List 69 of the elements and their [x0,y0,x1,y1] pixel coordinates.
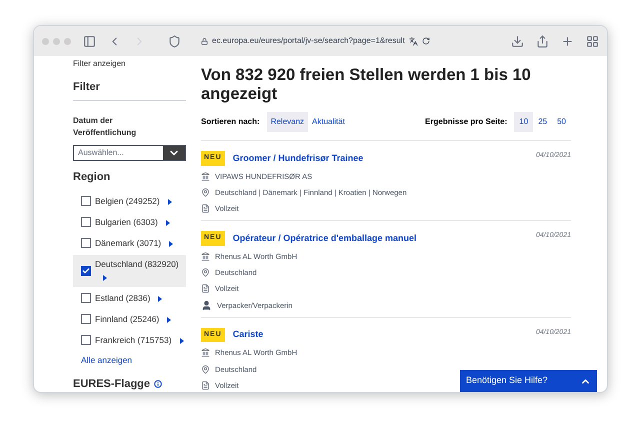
caret-icon[interactable] [103,274,107,280]
region-label: Finnland (25246) [95,312,186,326]
region-option[interactable]: Dänemark (3071) [73,234,186,253]
help-button[interactable]: Benötigen Sie Hilfe? [460,370,597,392]
share-icon[interactable] [536,34,549,48]
tabs-overview-icon[interactable] [586,34,599,48]
document-icon [201,284,210,294]
shield-icon[interactable] [168,34,181,48]
map-pin-icon [201,188,210,197]
date-select[interactable]: Auswählen... [73,144,186,162]
checkbox[interactable] [81,266,91,276]
caret-icon[interactable] [180,338,184,344]
checkbox[interactable] [81,314,91,324]
region-title: Region [73,170,112,186]
region-label: Estland (2836) [95,292,186,305]
flag-title: EURES-Flagge [73,376,150,392]
sidebar-icon[interactable] [83,34,96,48]
checkbox[interactable] [81,293,91,304]
caret-icon[interactable] [167,316,172,322]
region-label: Belgien (249252) [95,194,186,208]
translate-icon[interactable] [408,36,418,46]
results-heading: Von 832 920 freien Stellen werden 1 bis 10 angezeigt [201,66,532,104]
caret-icon[interactable] [158,296,162,302]
region-option[interactable]: Belgien (249252) [73,192,186,211]
caret-icon[interactable] [168,198,172,204]
region-label: Dänemark (3071) [95,236,186,250]
date-label: Datum der Veröffentlichung [73,114,138,138]
checkbox[interactable] [81,196,91,206]
new-tab-icon[interactable] [561,34,574,48]
checkbox[interactable] [81,335,91,346]
map-pin-icon [201,268,210,278]
building-icon [201,252,210,261]
sort-option[interactable]: Relevanz [266,112,308,132]
per-page-option[interactable]: 50 [552,112,571,132]
download-icon[interactable] [511,34,524,48]
job-title-link[interactable]: Opérateur / Opératrice d'emballage manuel [232,232,416,246]
region-option[interactable]: Bulgarien (6303) [73,212,186,232]
url-text: ec.europa.eu/eures/portal/jv-se/search?page=1&result [212,35,405,47]
address-bar[interactable]: ec.europa.eu/eures/portal/jv-se/search?page=1&result [201,35,431,47]
building-icon [201,348,210,358]
document-icon [201,204,210,214]
per-page-label: Ergebnisse pro Seite: [425,116,508,128]
region-label: Bulgarien (6303) [95,216,186,229]
caret-icon[interactable] [166,220,170,226]
caret-icon[interactable] [169,240,174,246]
sort-label: Sortieren nach: [201,116,260,128]
reload-icon[interactable] [422,37,430,45]
per-page-option[interactable]: 10 [514,112,534,132]
info-icon[interactable] [154,380,162,388]
region-label: Deutschland (832920) [95,258,186,284]
region-option[interactable]: Estland (2836) [73,288,186,308]
lock-icon [201,38,208,44]
filter-title: Filter [73,79,186,100]
region-label: Frankreich (715753) [95,334,186,347]
job-title-link[interactable]: Groomer / Hundefrisør Trainee [232,152,364,165]
building-icon [201,172,210,181]
document-icon [201,380,210,390]
region-option[interactable]: Finnland (25246) [73,310,186,329]
job-title-link[interactable]: Cariste [232,328,264,342]
per-page-option[interactable]: 25 [533,112,552,132]
sort-option[interactable]: Aktualität [308,112,349,132]
region-option[interactable]: Frankreich (715753) [73,330,186,350]
show-all-link[interactable]: Alle anzeigen [73,354,186,366]
checkbox[interactable] [81,217,91,228]
map-pin-icon [201,364,210,374]
region-option[interactable]: Deutschland (832920) [73,254,186,287]
checkbox[interactable] [81,238,91,248]
filter-toggle[interactable]: Filter anzeigen [73,58,186,70]
person-icon [201,300,212,311]
